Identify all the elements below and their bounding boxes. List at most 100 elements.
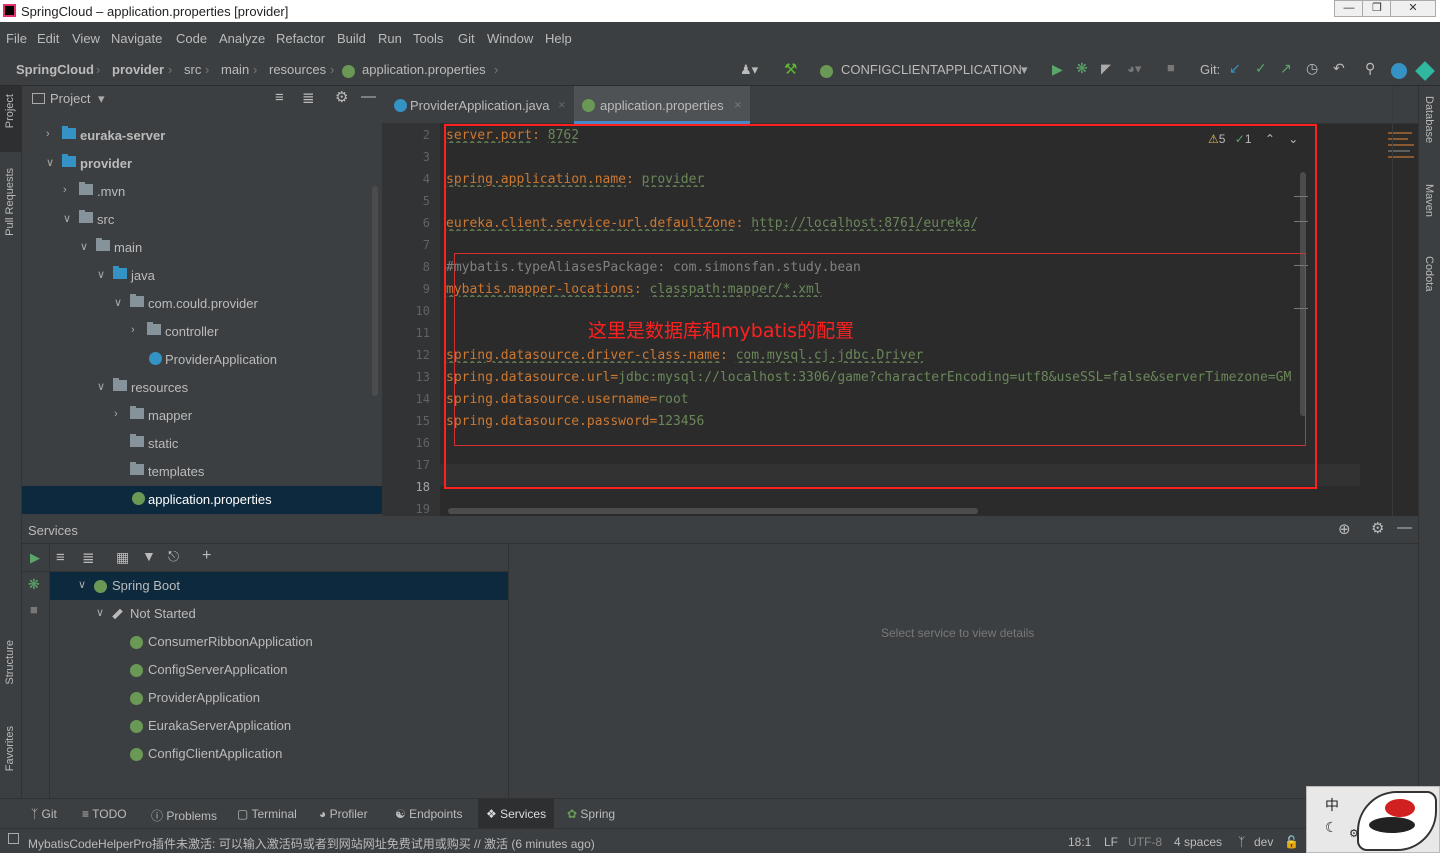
code-line[interactable]: spring.datasource.username=root	[446, 392, 689, 407]
service-item[interactable]: ConsumerRibbonApplication	[50, 628, 536, 656]
coverage-icon[interactable]: ◤	[1101, 61, 1111, 77]
git-branch[interactable]: dev	[1254, 835, 1273, 849]
tree-item-templates[interactable]: templates	[22, 458, 382, 486]
tool-git[interactable]: ᛉ Git	[31, 807, 57, 821]
service-item[interactable]: EurakaServerApplication	[50, 712, 536, 740]
plugin-icon[interactable]	[1415, 61, 1435, 81]
breadcrumb-main[interactable]: main	[221, 62, 249, 77]
build-hammer-icon[interactable]: ⚒	[784, 60, 797, 78]
service-root[interactable]: ∨ Spring Boot	[50, 572, 536, 600]
line-separator[interactable]: LF	[1104, 835, 1118, 849]
stop-icon[interactable]: ■	[1167, 60, 1175, 75]
code-line[interactable]: server.port: 8762	[446, 128, 579, 143]
search-icon[interactable]: ⚲	[1365, 60, 1375, 77]
breadcrumb-file[interactable]: application.properties	[362, 62, 486, 77]
minimize-button[interactable]: —	[1334, 0, 1364, 17]
maximize-button[interactable]: ❐	[1362, 0, 1392, 17]
menu-tools[interactable]: Tools	[413, 31, 443, 46]
chevron-down-icon[interactable]: ∨	[97, 380, 105, 393]
chevron-down-icon[interactable]: ∨	[114, 296, 122, 309]
chevron-down-icon[interactable]: ∨	[96, 606, 104, 619]
tool-services[interactable]: ❖ Services	[478, 799, 555, 828]
tree-item-provider[interactable]: ∨ provider	[22, 150, 382, 178]
strip-project[interactable]: Project	[4, 94, 16, 128]
breadcrumb-resources[interactable]: resources	[269, 62, 326, 77]
run-config-selector[interactable]: CONFIGCLIENTAPPLICATION	[841, 62, 1022, 77]
service-item[interactable]: ProviderApplication	[50, 684, 536, 712]
run-icon[interactable]: ▶	[1052, 61, 1063, 78]
chevron-down-icon[interactable]: ∨	[63, 212, 71, 225]
chevron-down-icon[interactable]: ∨	[46, 156, 54, 169]
tree-item--mvn[interactable]: › .mvn	[22, 178, 382, 206]
update-icon[interactable]	[1391, 63, 1407, 79]
code-line[interactable]: #mybatis.typeAliasesPackage: com.simonsf…	[446, 260, 861, 275]
menu-refactor[interactable]: Refactor	[276, 31, 325, 46]
collapse-all-icon[interactable]: ≣	[82, 549, 95, 567]
expand-all-icon[interactable]: ≡	[275, 89, 284, 106]
indent-setting[interactable]: 4 spaces	[1174, 835, 1222, 849]
chevron-down-icon[interactable]: ▾	[1021, 62, 1028, 78]
status-message[interactable]: MybatisCodeHelperPro插件未激活: 可以输入激活码或者到网站网…	[28, 835, 595, 852]
service-item[interactable]: ConfigClientApplication	[50, 740, 536, 768]
hide-icon[interactable]: —	[1397, 519, 1412, 536]
crosshair-icon[interactable]: ⊕	[1338, 520, 1351, 538]
service-item[interactable]: ConfigServerApplication	[50, 656, 536, 684]
chevron-right-icon[interactable]: ›	[114, 408, 118, 420]
strip-pull-requests[interactable]: Pull Requests	[4, 168, 16, 236]
chevron-down-icon[interactable]: ∨	[80, 240, 88, 253]
code-line[interactable]: mybatis.mapper-locations: classpath:mapp…	[446, 282, 822, 297]
chevron-right-icon[interactable]: ›	[46, 128, 50, 140]
ime-widget[interactable]: 中 ☾ ⚙	[1306, 786, 1440, 853]
code-line[interactable]: spring.datasource.url=jdbc:mysql://local…	[446, 370, 1291, 385]
debug-icon[interactable]: ❋	[28, 576, 40, 593]
expand-all-icon[interactable]: ≡	[56, 549, 65, 566]
run-icon[interactable]: ▶	[30, 550, 40, 566]
strip-structure[interactable]: Structure	[4, 640, 16, 685]
close-icon[interactable]: ×	[734, 97, 742, 112]
code-line[interactable]: spring.datasource.password=123456	[446, 414, 704, 429]
menu-navigate[interactable]: Navigate	[111, 31, 162, 46]
strip-codota[interactable]: Codota	[1423, 256, 1435, 291]
moon-icon[interactable]: ☾	[1325, 819, 1338, 836]
tree-item-resources[interactable]: ∨ resources	[22, 374, 382, 402]
git-commit-icon[interactable]: ✓	[1255, 60, 1267, 77]
strip-database[interactable]: Database	[1423, 96, 1435, 143]
tool-endpoints[interactable]: ☯ Endpoints	[395, 807, 462, 821]
tool-todo[interactable]: ≡ TODO	[82, 807, 127, 821]
menu-help[interactable]: Help	[545, 31, 572, 46]
hide-icon[interactable]: —	[361, 88, 376, 105]
group-icon[interactable]: ▦	[116, 549, 129, 566]
chevron-down-icon[interactable]: ∨	[97, 268, 105, 281]
menu-build[interactable]: Build	[337, 31, 366, 46]
breadcrumb-src[interactable]: src	[184, 62, 201, 77]
stop-icon[interactable]: ■	[30, 602, 38, 617]
strip-maven[interactable]: Maven	[1423, 184, 1435, 217]
chevron-right-icon[interactable]: ›	[131, 324, 135, 336]
tool-profiler[interactable]: ◕ Profiler	[319, 807, 368, 821]
tree-item-mapper[interactable]: › mapper	[22, 402, 382, 430]
breadcrumb-project[interactable]: SpringCloud	[16, 62, 94, 77]
caret-position[interactable]: 18:1	[1068, 835, 1091, 849]
code-line[interactable]: eureka.client.service-url.defaultZone: h…	[446, 216, 978, 231]
chevron-down-icon[interactable]: ▾	[98, 91, 105, 107]
menu-window[interactable]: Window	[487, 31, 533, 46]
close-icon[interactable]: ×	[558, 97, 566, 112]
user-icon[interactable]: ♟▾	[740, 62, 758, 78]
tree-item-main[interactable]: ∨ main	[22, 234, 382, 262]
filter-icon[interactable]: ▼	[142, 548, 156, 564]
debug-icon[interactable]: ❋	[1076, 60, 1088, 77]
status-toggle-icon[interactable]	[8, 833, 19, 844]
service-group[interactable]: ∨ Not Started	[50, 600, 536, 628]
gear-icon[interactable]: ⚙	[1371, 519, 1384, 537]
menu-analyze[interactable]: Analyze	[219, 31, 265, 46]
collapse-all-icon[interactable]: ≣	[302, 89, 315, 107]
rollback-icon[interactable]: ↶	[1333, 60, 1345, 77]
git-push-icon[interactable]: ↗	[1280, 60, 1292, 77]
tool-terminal[interactable]: ▢ Terminal	[237, 807, 297, 821]
breadcrumb-module[interactable]: provider	[112, 62, 164, 77]
tree-item-application-properties[interactable]: application.properties	[22, 486, 382, 514]
ime-mode[interactable]: 中	[1325, 795, 1339, 815]
lock-icon[interactable]: 🔓	[1284, 835, 1299, 849]
code-line[interactable]: spring.application.name: provider	[446, 172, 704, 187]
tree-item-java[interactable]: ∨ java	[22, 262, 382, 290]
